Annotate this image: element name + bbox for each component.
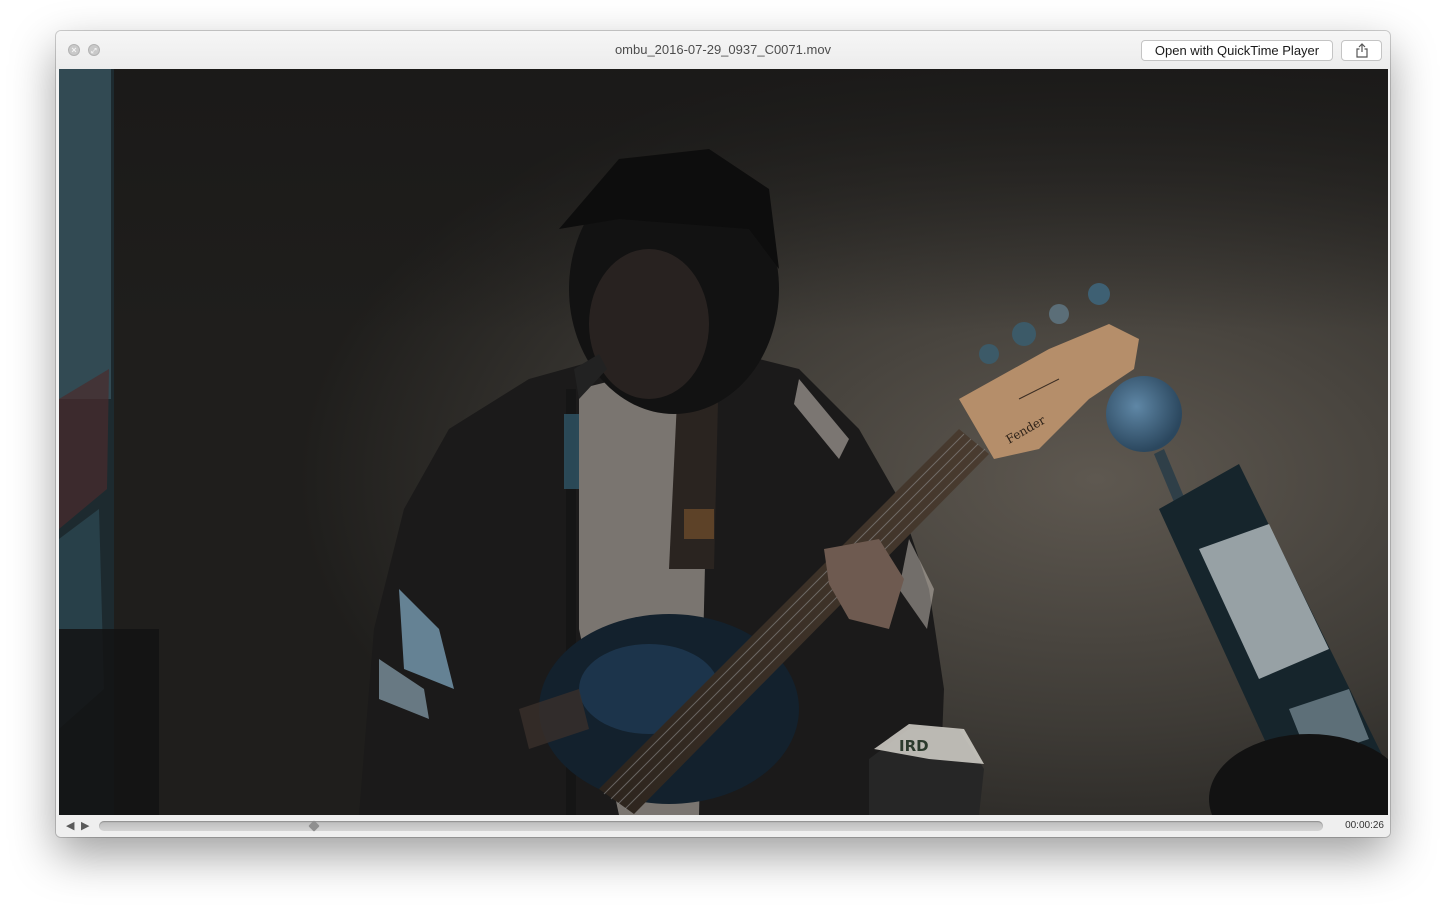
quicklook-window: × ⤢ ombu_2016-07-29_0937_C0071.mov Open … xyxy=(56,31,1390,837)
play-icon[interactable]: ▶ xyxy=(81,819,89,833)
fullscreen-icon: ⤢ xyxy=(91,48,97,55)
window-title: ombu_2016-07-29_0937_C0071.mov xyxy=(614,42,832,57)
cap-text: IRD xyxy=(899,737,929,755)
scrubber-track[interactable] xyxy=(99,820,1323,832)
rewind-icon[interactable]: ◀ xyxy=(66,819,74,833)
open-with-quicktime-button[interactable]: Open with QuickTime Player xyxy=(1141,40,1333,61)
video-image: Fender IRD xyxy=(59,69,1388,815)
playback-controls: ◀ ▶ 00:00:26 xyxy=(56,815,1390,837)
time-display: 00:00:26 xyxy=(1345,820,1384,831)
close-icon: × xyxy=(71,45,77,55)
title-bar[interactable]: × ⤢ ombu_2016-07-29_0937_C0071.mov Open … xyxy=(56,31,1390,69)
close-window-button[interactable]: × xyxy=(68,44,80,56)
share-icon xyxy=(1355,43,1368,58)
video-frame[interactable]: Fender IRD xyxy=(59,69,1388,815)
fullscreen-button[interactable]: ⤢ xyxy=(88,44,100,56)
scrubber-knob[interactable] xyxy=(308,820,321,832)
share-button[interactable] xyxy=(1341,40,1382,61)
